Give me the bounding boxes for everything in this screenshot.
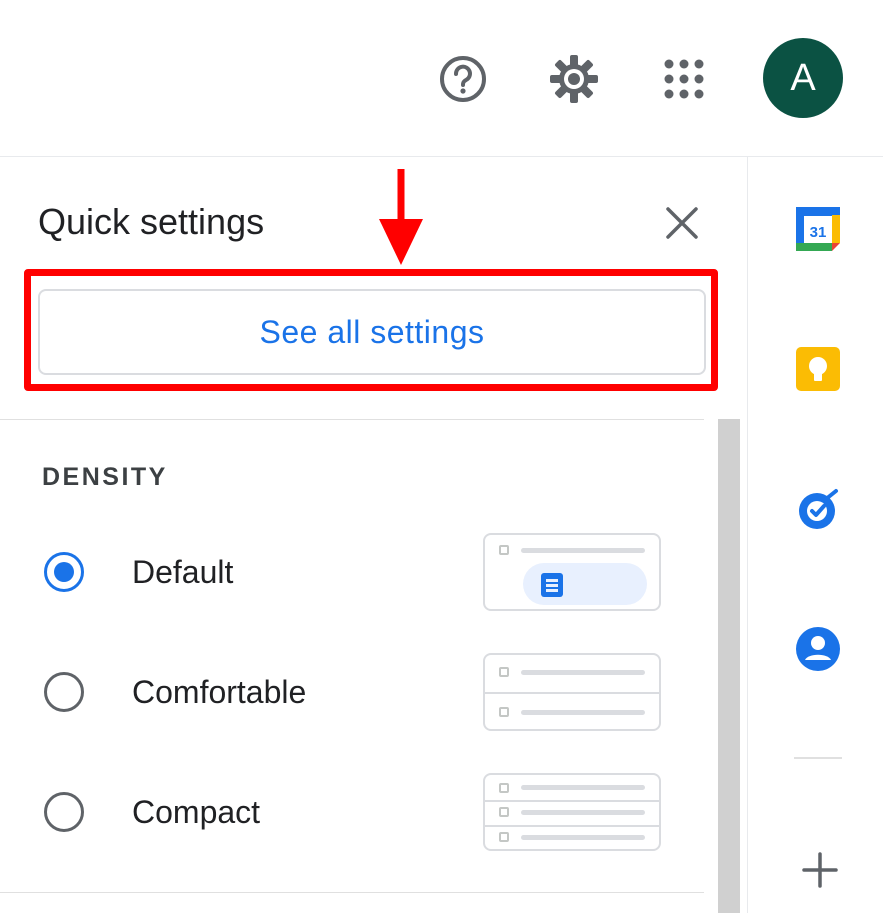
panel-title: Quick settings <box>38 201 265 242</box>
option-label: Compact <box>132 793 261 830</box>
gear-icon[interactable] <box>548 53 600 105</box>
density-option-compact[interactable]: Compact <box>44 782 464 842</box>
side-panel-divider <box>794 757 842 759</box>
option-label: Default <box>132 553 234 590</box>
quick-settings-panel: Quick settings See all settings DENSITY … <box>0 157 748 913</box>
side-panel: 31 <box>748 157 883 913</box>
help-icon[interactable] <box>437 53 489 105</box>
see-all-settings-button[interactable]: See all settings <box>38 289 706 375</box>
document-icon <box>523 563 647 605</box>
avatar[interactable]: A <box>763 38 843 118</box>
tasks-icon[interactable] <box>794 485 842 533</box>
option-label: Comfortable <box>132 673 307 710</box>
radio-button[interactable] <box>44 792 84 832</box>
density-title: DENSITY <box>42 463 168 491</box>
density-preview-default <box>483 533 661 611</box>
contacts-icon[interactable] <box>794 625 842 673</box>
divider <box>0 892 704 893</box>
radio-button[interactable] <box>44 672 84 712</box>
calendar-icon[interactable]: 31 <box>794 205 842 253</box>
keep-icon[interactable] <box>794 345 842 393</box>
apps-grid-icon[interactable] <box>658 53 710 105</box>
arrow-down-icon <box>378 169 424 269</box>
divider <box>0 419 704 420</box>
close-icon[interactable] <box>660 201 704 245</box>
density-option-default[interactable]: Default <box>44 542 464 602</box>
radio-button-checked[interactable] <box>44 552 84 592</box>
top-bar: A <box>0 0 883 157</box>
density-preview-comfortable <box>483 653 661 731</box>
density-preview-compact <box>483 773 661 851</box>
scrollbar[interactable] <box>718 419 740 913</box>
plus-icon[interactable] <box>800 850 840 890</box>
density-option-comfortable[interactable]: Comfortable <box>44 662 464 722</box>
svg-text:31: 31 <box>810 224 827 241</box>
